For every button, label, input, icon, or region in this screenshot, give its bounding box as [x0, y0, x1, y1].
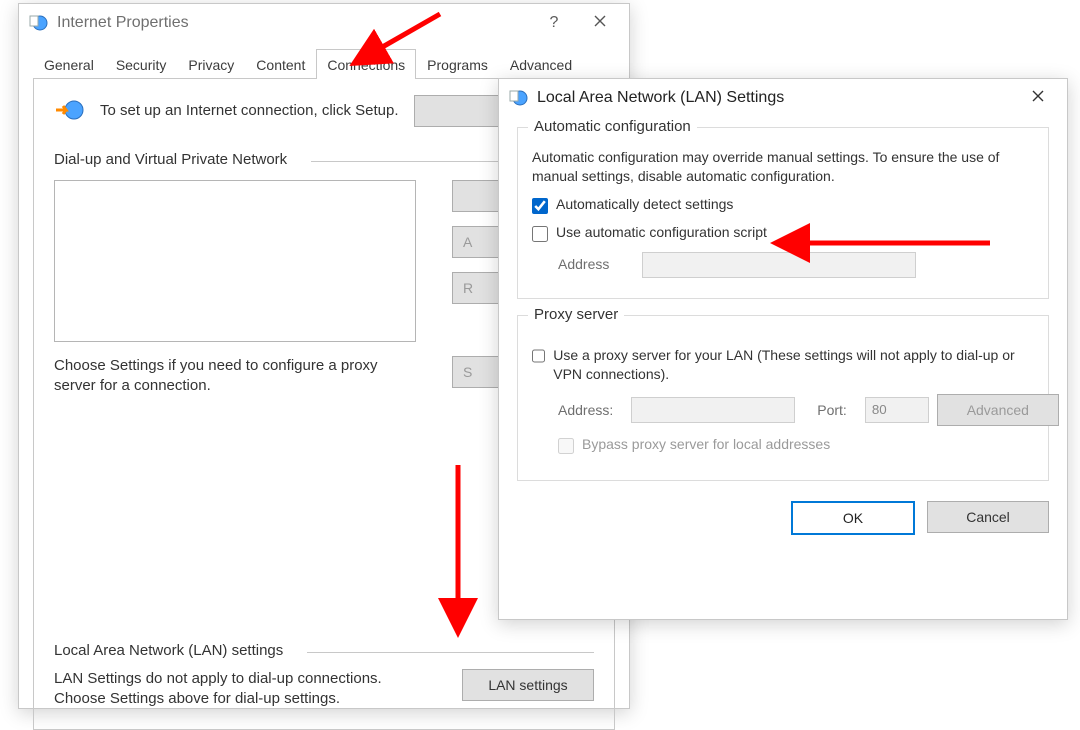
lan-titlebar: Local Area Network (LAN) Settings — [499, 79, 1067, 117]
auto-detect-label: Automatically detect settings — [556, 196, 733, 212]
globe-arrow-icon — [54, 98, 86, 125]
close-button[interactable] — [577, 8, 623, 38]
bypass-checkbox-row: Bypass proxy server for local addresses — [558, 436, 1034, 454]
proxy-port-label: Port: — [817, 402, 847, 418]
tab-privacy[interactable]: Privacy — [177, 49, 245, 79]
help-char: ? — [550, 14, 559, 32]
use-proxy-checkbox[interactable] — [532, 348, 545, 364]
script-address-label: Address — [558, 256, 628, 272]
section-dialup-heading: Dial-up and Virtual Private Network — [54, 151, 287, 168]
proxy-address-input — [631, 397, 795, 423]
titlebar: Internet Properties ? — [19, 4, 629, 42]
auto-legend: Automatic configuration — [528, 118, 697, 135]
tab-general[interactable]: General — [33, 49, 105, 79]
use-script-checkbox[interactable] — [532, 226, 548, 242]
fieldset-auto-config: Automatic configuration Automatic config… — [517, 127, 1049, 299]
proxy-address-label: Address: — [558, 402, 613, 418]
internet-options-icon — [29, 13, 49, 33]
choose-settings-text: Choose Settings if you need to configure… — [54, 356, 414, 397]
proxy-port-input — [865, 397, 929, 423]
auto-desc: Automatic configuration may override man… — [532, 148, 1034, 186]
close-icon — [1032, 89, 1044, 107]
internet-options-icon — [509, 88, 529, 108]
bypass-label: Bypass proxy server for local addresses — [582, 436, 830, 452]
divider-2 — [307, 652, 594, 653]
lan-window-title: Local Area Network (LAN) Settings — [537, 89, 784, 107]
setup-text: To set up an Internet connection, click … — [100, 101, 400, 121]
use-proxy-label: Use a proxy server for your LAN (These s… — [553, 346, 1034, 384]
tab-strip: General Security Privacy Content Connect… — [19, 48, 629, 78]
window-title: Internet Properties — [57, 14, 189, 32]
proxy-advanced-button: Advanced — [937, 394, 1059, 426]
use-proxy-checkbox-row[interactable]: Use a proxy server for your LAN (These s… — [532, 346, 1034, 384]
fieldset-proxy: Proxy server Use a proxy server for your… — [517, 315, 1049, 481]
auto-detect-checkbox[interactable] — [532, 198, 548, 214]
tab-programs[interactable]: Programs — [416, 49, 499, 79]
use-script-label: Use automatic configuration script — [556, 224, 767, 240]
auto-detect-checkbox-row[interactable]: Automatically detect settings — [532, 196, 1034, 214]
close-icon — [594, 14, 606, 32]
use-script-checkbox-row[interactable]: Use automatic configuration script — [532, 224, 1034, 242]
script-address-input — [642, 252, 916, 278]
lan-settings-button[interactable]: LAN settings — [462, 669, 594, 701]
tab-advanced[interactable]: Advanced — [499, 49, 583, 79]
ok-button[interactable]: OK — [791, 501, 915, 535]
lan-settings-dialog: Local Area Network (LAN) Settings Automa… — [498, 78, 1068, 620]
help-button[interactable]: ? — [531, 8, 577, 38]
tab-connections[interactable]: Connections — [316, 49, 416, 79]
section-lan-heading: Local Area Network (LAN) settings — [54, 642, 283, 659]
lan-close-button[interactable] — [1015, 83, 1061, 113]
tab-content[interactable]: Content — [245, 49, 316, 79]
dialup-listbox[interactable] — [54, 180, 416, 342]
lan-note: LAN Settings do not apply to dial-up con… — [54, 669, 414, 710]
tab-security[interactable]: Security — [105, 49, 178, 79]
bypass-checkbox — [558, 438, 574, 454]
proxy-legend: Proxy server — [528, 306, 624, 323]
cancel-button[interactable]: Cancel — [927, 501, 1049, 533]
